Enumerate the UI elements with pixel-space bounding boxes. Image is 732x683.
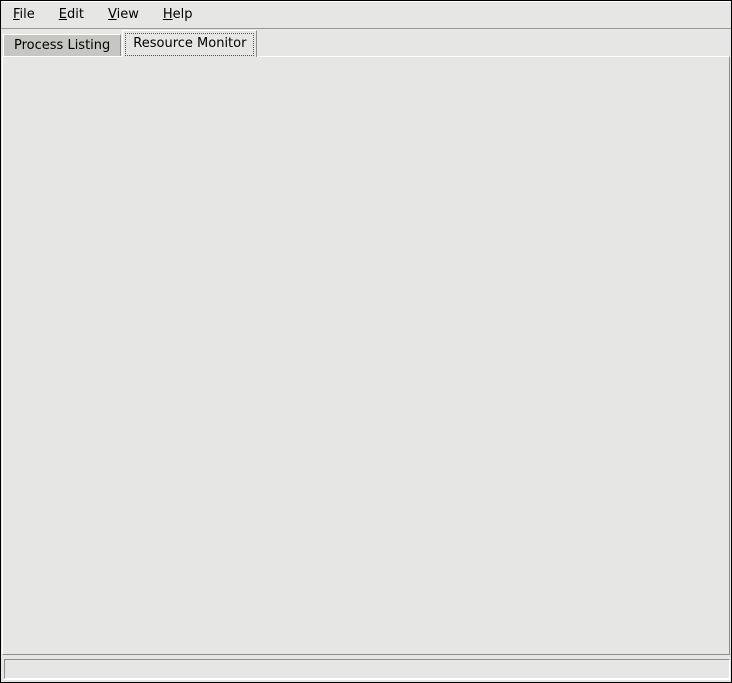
status-bar xyxy=(4,659,730,679)
menu-file[interactable]: File xyxy=(1,2,47,27)
tab-focus-outline xyxy=(125,33,254,56)
app-window: File Edit View Help Process Listing Reso… xyxy=(0,0,732,683)
menu-edit[interactable]: Edit xyxy=(47,2,96,27)
menu-help[interactable]: Help xyxy=(151,2,205,27)
resource-monitor-page xyxy=(2,56,730,655)
menu-view[interactable]: View xyxy=(96,2,151,27)
tab-resource-monitor[interactable]: Resource Monitor xyxy=(122,30,257,57)
tab-bar: Process Listing Resource Monitor xyxy=(3,30,258,57)
menu-bar: File Edit View Help xyxy=(1,1,731,29)
tab-process-listing[interactable]: Process Listing xyxy=(3,34,121,57)
